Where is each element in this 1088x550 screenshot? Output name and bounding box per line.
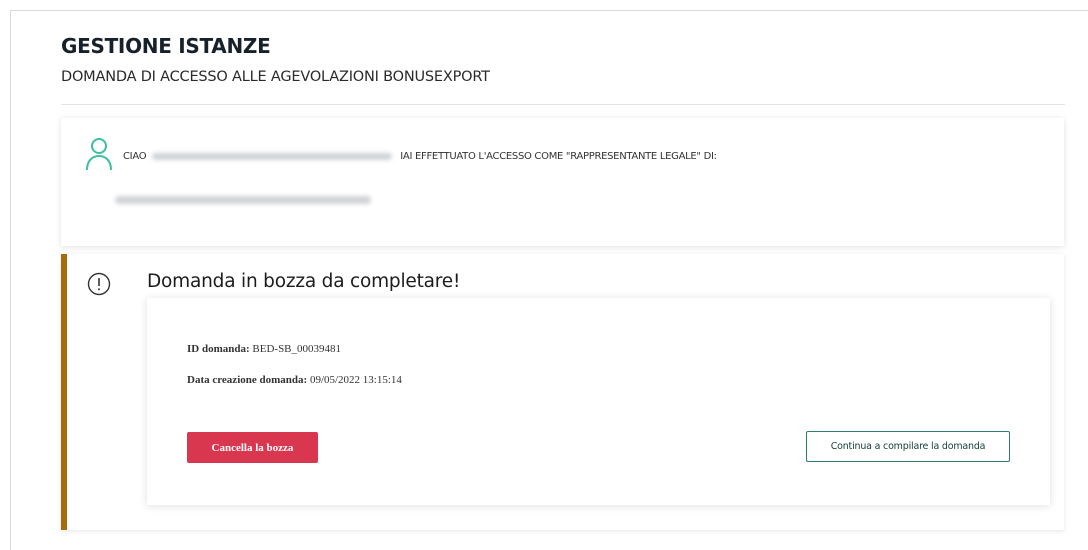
user-icon [86,138,112,171]
draft-id-value: BED-SB_00039481 [252,343,342,355]
draft-notice-panel: Domanda in bozza da completare! ID doman… [61,254,1064,530]
draft-date-label: Data creazione domanda: [187,374,308,386]
delete-draft-button[interactable]: Cancella la bozza [187,432,318,463]
draft-details-card: ID domanda: BED-SB_00039481 Data creazio… [147,298,1050,505]
greeting-suffix: IAI EFFETTUATO L'ACCESSO COME "RAPPRESEN… [400,151,717,162]
user-info-card: CIAO IAI EFFETTUATO L'ACCESSO COME "RAPP… [61,118,1064,246]
greeting-text: CIAO IAI EFFETTUATO L'ACCESSO COME "RAPP… [123,151,717,162]
notice-title: Domanda in bozza da completare! [147,271,461,292]
redacted-user-name [152,153,393,160]
draft-creation-date: Data creazione domanda: 09/05/2022 13:15… [187,374,402,386]
page-subtitle: DOMANDA DI ACCESSO ALLE AGEVOLAZIONI BON… [61,69,490,85]
greeting-prefix: CIAO [123,151,147,162]
redacted-company-name [115,196,371,204]
draft-date-value: 09/05/2022 13:15:14 [309,374,402,386]
continue-application-button[interactable]: Continua a compilare la domanda [806,431,1010,462]
header-divider [61,104,1065,105]
draft-id: ID domanda: BED-SB_00039481 [187,343,341,355]
draft-id-label: ID domanda: [187,343,250,355]
page-title: GESTIONE ISTANZE [61,34,271,58]
warning-circle-icon [87,272,111,296]
